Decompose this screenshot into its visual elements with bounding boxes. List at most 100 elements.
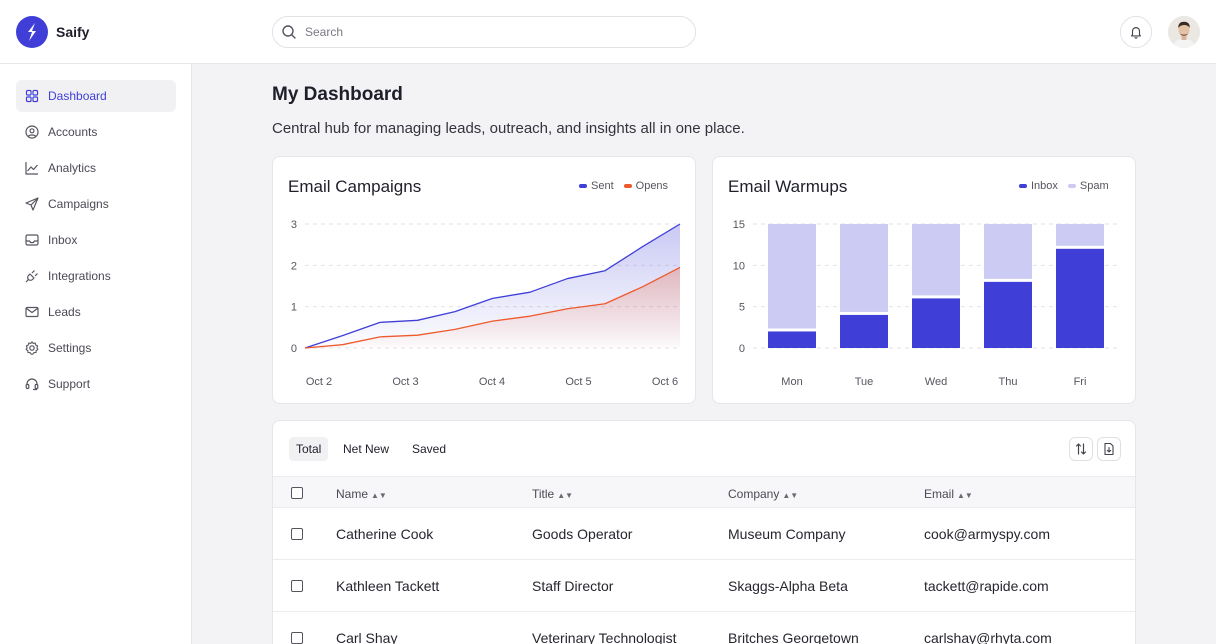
sidebar-item-label: Support: [48, 377, 91, 391]
tab-total[interactable]: Total: [289, 437, 329, 461]
sort-button[interactable]: [1069, 437, 1093, 461]
search-input[interactable]: [305, 23, 685, 41]
cell-company: Skaggs-Alpha Beta: [728, 578, 848, 594]
x-tick-label: Thu: [999, 376, 1018, 388]
table-row[interactable]: Carl Shay Veterinary Technologist Britch…: [273, 612, 1135, 644]
sidebar-item-accounts[interactable]: Accounts: [16, 116, 176, 148]
column-label: Name: [336, 487, 369, 501]
y-tick-label: 0: [291, 343, 297, 355]
sidebar-item-analytics[interactable]: Analytics: [16, 152, 176, 184]
y-tick-label: 15: [733, 219, 745, 231]
inbox-icon: [25, 234, 39, 246]
sidebar-item-inbox[interactable]: Inbox: [16, 224, 176, 256]
sidebar-item-label: Leads: [48, 305, 81, 319]
saify-logo-icon[interactable]: [16, 16, 48, 48]
x-tick-label: Fri: [1074, 376, 1087, 388]
bar-inbox-wed: [912, 298, 960, 348]
x-tick-label: Mon: [781, 376, 802, 388]
select-all-checkbox[interactable]: [291, 487, 303, 499]
export-button[interactable]: [1097, 437, 1121, 461]
bar-spam-fri: [1056, 224, 1104, 246]
sidebar-item-campaigns[interactable]: Campaigns: [16, 188, 176, 220]
sidebar-item-leads[interactable]: Leads: [16, 296, 176, 328]
sidebar-item-label: Dashboard: [48, 89, 107, 103]
user-avatar[interactable]: [1168, 16, 1200, 48]
dashboard-grid-icon: [25, 89, 39, 103]
column-header-title[interactable]: Title ▲▼: [532, 487, 573, 501]
cell-title: Staff Director: [532, 578, 614, 594]
headset-icon: [25, 378, 39, 391]
sidebar-item-label: Integrations: [48, 269, 111, 283]
user-circle-icon: [25, 125, 39, 139]
x-tick-label: Tue: [855, 376, 874, 388]
sidebar-item-integrations[interactable]: Integrations: [16, 260, 176, 292]
sidebar-item-settings[interactable]: Settings: [16, 332, 176, 364]
y-tick-label: 0: [739, 343, 745, 355]
column-header-company[interactable]: Company ▲▼: [728, 487, 798, 501]
x-tick-label: Oct 3: [392, 376, 418, 388]
tab-net-new[interactable]: Net New: [336, 437, 396, 461]
column-label: Company: [728, 487, 780, 501]
sort-caret-icon: ▲▼: [557, 491, 574, 500]
sidebar-item-dashboard[interactable]: Dashboard: [16, 80, 176, 112]
cell-email: cook@armyspy.com: [924, 526, 1050, 542]
y-tick-label: 5: [739, 302, 745, 314]
sort-caret-icon: ▲▼: [371, 491, 387, 500]
sidebar: Dashboard Accounts Analytics Campaigns I…: [0, 64, 192, 644]
line-chart-icon: [25, 162, 38, 175]
email-campaigns-chart: 0 1 2 3 Oct 2 Oct 3 Oct 4 Oct 5 Oct 6: [291, 219, 681, 388]
column-header-name[interactable]: Name ▲▼: [336, 487, 387, 501]
row-checkbox[interactable]: [291, 528, 303, 540]
cell-email: carlshay@rhyta.com: [924, 630, 1052, 644]
bar-spam-tue: [840, 224, 888, 312]
sidebar-item-support[interactable]: Support: [16, 368, 176, 400]
email-warmups-chart: 0 5 10 15 Mon Tue Wed Thu Fri: [733, 219, 1120, 388]
avatar-portrait-icon: [1168, 16, 1200, 48]
table-row[interactable]: Kathleen Tackett Staff Director Skaggs-A…: [273, 560, 1135, 612]
top-bar: Saify: [0, 0, 1216, 64]
notifications-button[interactable]: [1120, 16, 1152, 48]
search-bar[interactable]: [272, 16, 696, 48]
tab-saved[interactable]: Saved: [405, 437, 453, 461]
x-tick-label: Oct 5: [565, 376, 591, 388]
email-warmups-card: Email Warmups Inbox Spam 0 5 10 15 Mon Tue Wed…: [712, 156, 1136, 404]
column-header-email[interactable]: Email ▲▼: [924, 487, 973, 501]
cell-name: Kathleen Tackett: [336, 578, 440, 594]
page-title: My Dashboard: [272, 84, 403, 105]
bar-inbox-tue: [840, 314, 888, 348]
gear-icon: [25, 341, 39, 355]
bar-spam-thu: [984, 224, 1032, 279]
sort-arrows-icon: [1075, 443, 1087, 455]
x-tick-label: Wed: [925, 376, 947, 388]
table-header: Name ▲▼ Title ▲▼ Company ▲▼ Email ▲▼: [273, 476, 1135, 508]
bar-inbox-mon: [768, 331, 816, 348]
bell-icon: [1131, 27, 1141, 39]
logo-s-glyph: [28, 23, 36, 41]
download-file-icon: [1104, 442, 1114, 456]
column-label: Title: [532, 487, 555, 501]
y-tick-label: 2: [291, 260, 297, 272]
y-tick-label: 3: [291, 219, 297, 231]
search-icon: [282, 25, 296, 39]
x-tick-label: Oct 6: [652, 376, 678, 388]
sidebar-item-label: Analytics: [48, 161, 97, 175]
column-label: Email: [924, 487, 955, 501]
send-icon: [25, 197, 39, 211]
row-checkbox[interactable]: [291, 632, 303, 644]
email-campaigns-card: Email Campaigns Sent Opens 0 1 2 3 Oct 2 Oct …: [272, 156, 696, 404]
cell-name: Catherine Cook: [336, 526, 434, 542]
plug-icon: [25, 270, 38, 283]
brand-name: Saify: [56, 24, 90, 40]
sort-caret-icon: ▲▼: [782, 491, 799, 500]
y-tick-label: 10: [733, 260, 745, 272]
bar-inbox-fri: [1056, 248, 1104, 348]
row-checkbox[interactable]: [291, 580, 303, 592]
cell-title: Goods Operator: [532, 526, 633, 542]
y-tick-label: 1: [291, 302, 297, 314]
bar-spam-mon: [768, 224, 816, 329]
table-row[interactable]: Catherine Cook Goods Operator Museum Com…: [273, 508, 1135, 560]
mail-icon: [25, 306, 39, 318]
cell-title: Veterinary Technologist: [532, 630, 677, 644]
page-subtitle: Central hub for managing leads, outreach…: [272, 120, 745, 137]
cell-email: tackett@rapide.com: [924, 578, 1049, 594]
